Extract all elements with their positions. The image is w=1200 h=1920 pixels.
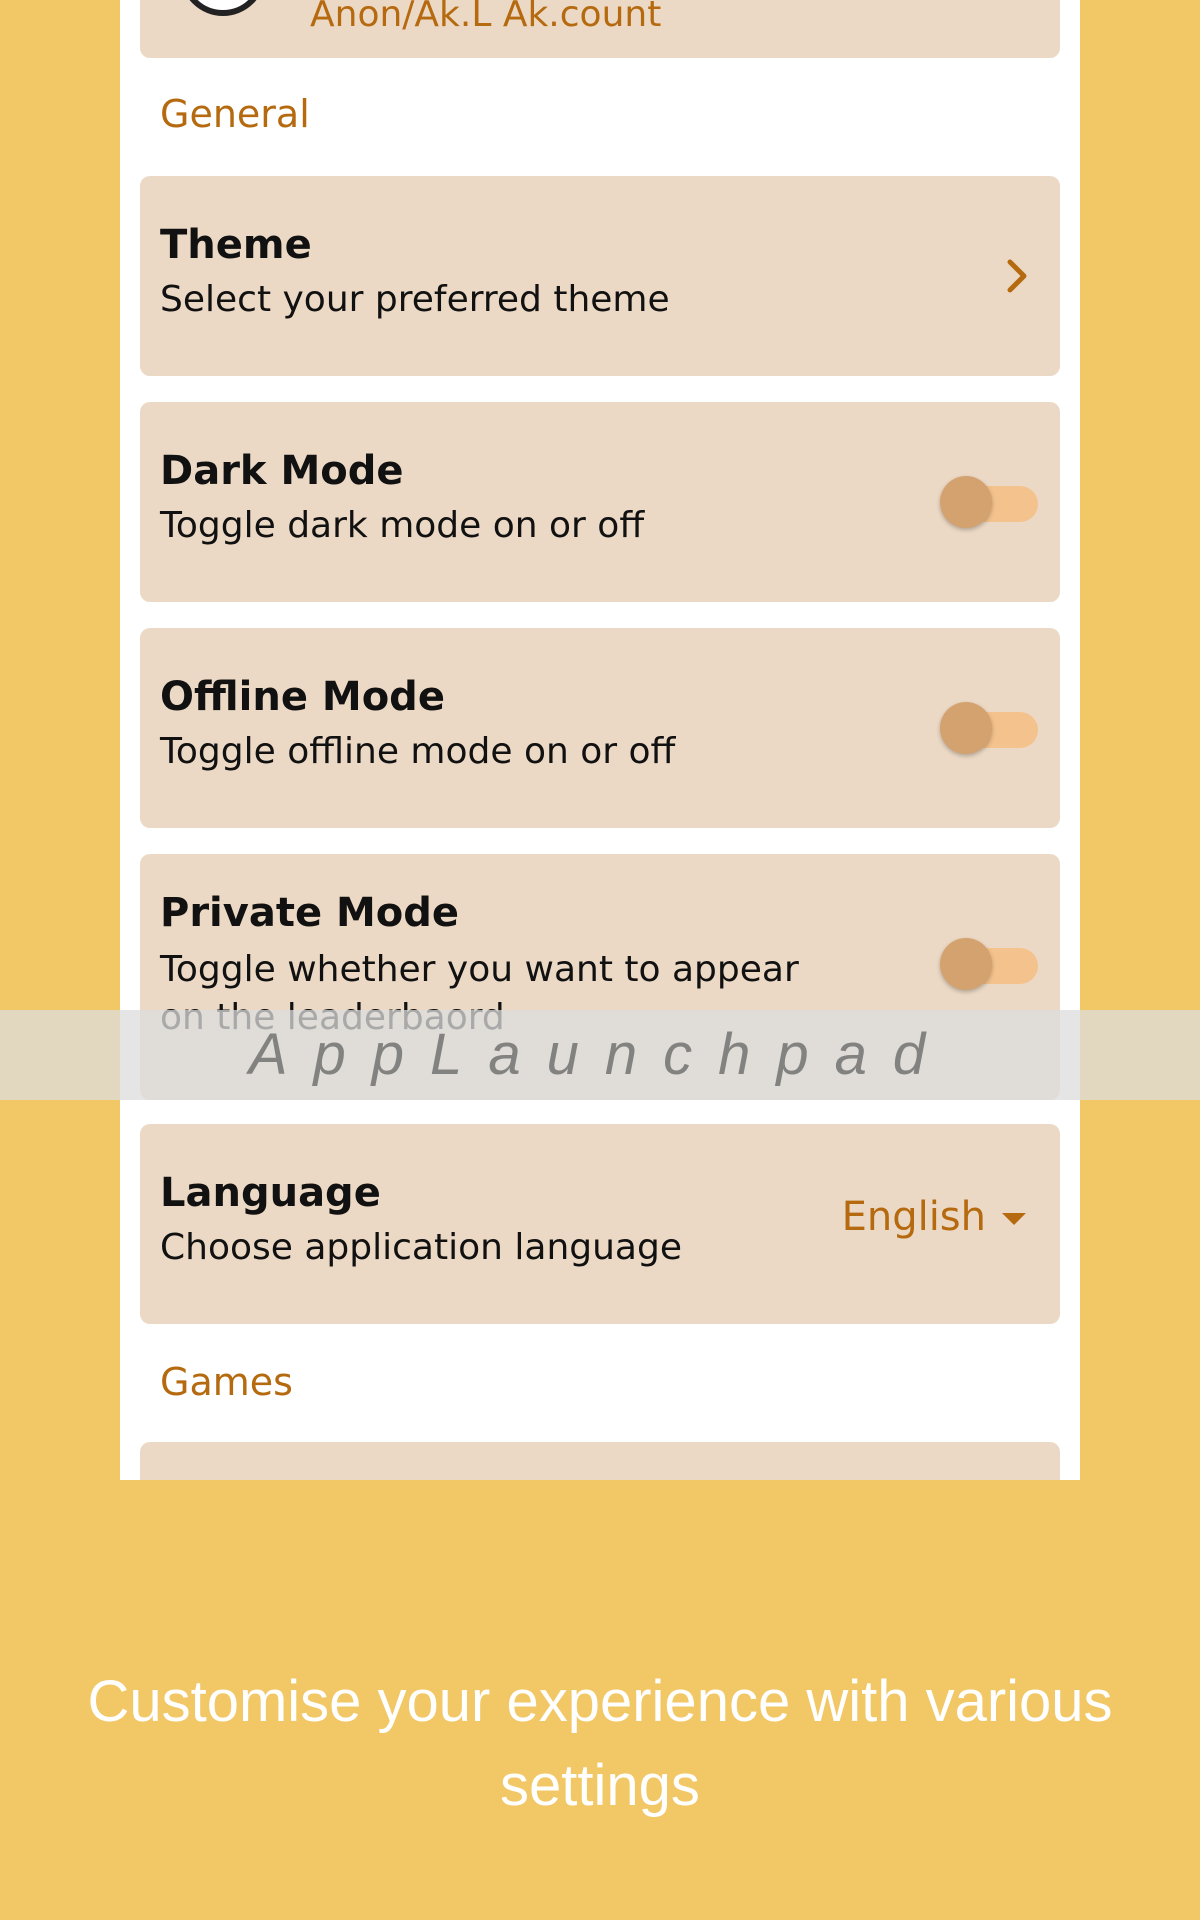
language-setting: Language Choose application language Eng… (140, 1124, 1060, 1324)
account-label: Anon/Ak.L Ak.count (310, 0, 662, 35)
watermark-text: AppLaunchpad (248, 1022, 952, 1087)
chevron-right-icon[interactable] (1006, 256, 1030, 296)
toggle-thumb (940, 702, 992, 754)
language-subtitle: Choose application language (160, 1227, 682, 1268)
avatar-icon (180, 0, 266, 16)
theme-setting[interactable]: Theme Select your preferred theme (140, 176, 1060, 376)
dark-mode-subtitle: Toggle dark mode on or off (160, 505, 645, 546)
language-title: Language (160, 1170, 381, 1216)
games-card[interactable] (140, 1442, 1060, 1480)
toggle-thumb (940, 476, 992, 528)
dark-mode-setting: Dark Mode Toggle dark mode on or off (140, 402, 1060, 602)
theme-subtitle: Select your preferred theme (160, 279, 670, 320)
dark-mode-toggle[interactable] (940, 476, 1040, 528)
offline-mode-title: Offline Mode (160, 674, 445, 720)
account-card[interactable]: Anon/Ak.L Ak.count (140, 0, 1060, 58)
private-mode-title: Private Mode (160, 890, 460, 936)
settings-screen: Anon/Ak.L Ak.count General Theme Select … (120, 0, 1080, 1480)
offline-mode-toggle[interactable] (940, 702, 1040, 754)
section-general-label: General (160, 92, 310, 136)
promo-caption: Customise your experience with various s… (87, 1669, 1113, 1818)
language-dropdown[interactable]: English (842, 1194, 1026, 1240)
caret-down-icon (1002, 1213, 1026, 1225)
offline-mode-setting: Offline Mode Toggle offline mode on or o… (140, 628, 1060, 828)
language-value: English (841, 1194, 986, 1240)
theme-title: Theme (160, 222, 312, 268)
private-mode-toggle[interactable] (940, 938, 1040, 990)
offline-mode-subtitle: Toggle offline mode on or off (160, 731, 676, 772)
section-games-label: Games (160, 1360, 293, 1404)
toggle-thumb (940, 938, 992, 990)
dark-mode-title: Dark Mode (160, 448, 404, 494)
